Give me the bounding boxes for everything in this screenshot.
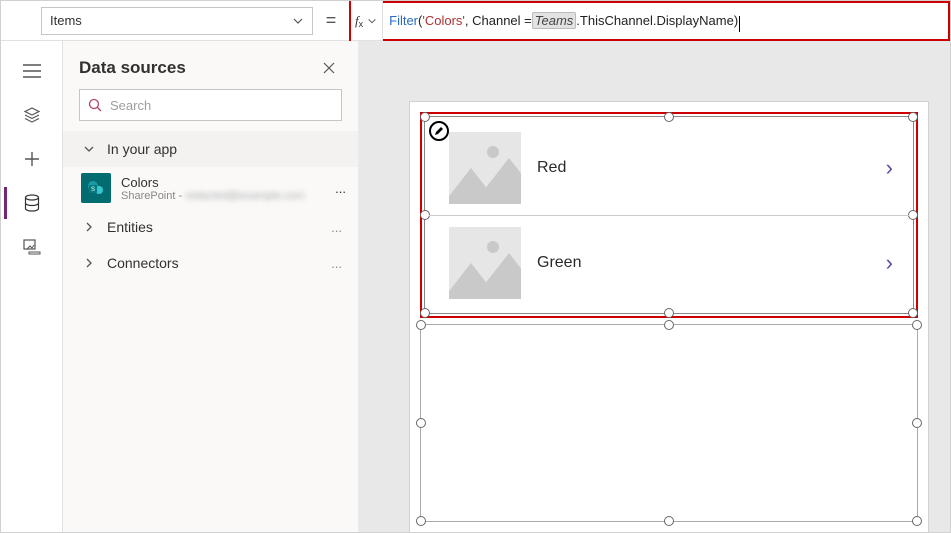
sharepoint-icon: S bbox=[81, 173, 111, 203]
search-icon bbox=[88, 98, 102, 112]
section-connectors[interactable]: Connectors ... bbox=[63, 245, 358, 281]
rail-insert[interactable] bbox=[4, 137, 60, 181]
rail-tree[interactable] bbox=[4, 93, 60, 137]
overflow-button[interactable]: ... bbox=[327, 220, 346, 235]
rail-hamburger[interactable] bbox=[4, 49, 60, 93]
overflow-button[interactable]: ... bbox=[327, 256, 346, 271]
text-caret bbox=[739, 16, 740, 32]
selection-outline bbox=[420, 324, 918, 522]
left-rail bbox=[1, 41, 63, 532]
fx-sub: x bbox=[359, 19, 364, 29]
gallery-item[interactable]: Red › bbox=[429, 121, 909, 215]
lower-selection bbox=[420, 324, 918, 522]
property-name: Items bbox=[50, 13, 82, 28]
resize-handle[interactable] bbox=[664, 320, 674, 330]
equals-sign: = bbox=[313, 10, 349, 31]
screen-canvas[interactable]: Red › Green › bbox=[409, 101, 929, 533]
close-icon bbox=[322, 61, 336, 75]
formula-input[interactable]: Filter('Colors', Channel = Teams.ThisCha… bbox=[383, 1, 950, 41]
rail-data[interactable] bbox=[4, 181, 60, 225]
resize-handle[interactable] bbox=[912, 516, 922, 526]
panel-title: Data sources bbox=[79, 58, 186, 78]
resize-handle[interactable] bbox=[664, 308, 674, 318]
resize-handle[interactable] bbox=[664, 516, 674, 526]
chevron-right-icon[interactable]: › bbox=[886, 250, 893, 276]
datasource-subtitle: SharePoint - redacted@example.com bbox=[121, 190, 335, 202]
fx-label[interactable]: fx bbox=[349, 1, 383, 41]
svg-text:S: S bbox=[91, 187, 95, 193]
gallery-item-title: Green bbox=[537, 254, 886, 272]
database-icon bbox=[24, 194, 40, 212]
chevron-down-icon bbox=[83, 143, 95, 155]
selection-outline: Red › Green › bbox=[424, 116, 914, 314]
media-icon bbox=[23, 239, 41, 255]
formula-bar: Items = fx Filter('Colors', Channel = Te… bbox=[1, 1, 950, 41]
chevron-right-icon bbox=[83, 257, 95, 269]
resize-handle[interactable] bbox=[908, 112, 918, 122]
image-placeholder-icon bbox=[449, 132, 521, 204]
hamburger-icon bbox=[23, 64, 41, 78]
resize-handle[interactable] bbox=[420, 308, 430, 318]
gallery-item[interactable]: Green › bbox=[429, 215, 909, 309]
section-entities[interactable]: Entities ... bbox=[63, 209, 358, 245]
rail-media[interactable] bbox=[4, 225, 60, 269]
overflow-button[interactable]: ... bbox=[335, 181, 346, 196]
resize-handle[interactable] bbox=[416, 516, 426, 526]
resize-handle[interactable] bbox=[416, 418, 426, 428]
gallery-control[interactable]: Red › Green › bbox=[429, 121, 909, 309]
property-dropdown[interactable]: Items bbox=[41, 7, 313, 35]
resize-handle[interactable] bbox=[908, 210, 918, 220]
data-sources-panel: Data sources Search In your app S Colors… bbox=[63, 41, 359, 532]
search-input[interactable]: Search bbox=[79, 89, 342, 121]
close-button[interactable] bbox=[316, 57, 342, 79]
canvas-area: Red › Green › bbox=[359, 41, 950, 532]
search-placeholder: Search bbox=[110, 98, 151, 113]
chevron-down-icon bbox=[292, 15, 304, 27]
datasource-item-colors[interactable]: S Colors SharePoint - redacted@example.c… bbox=[63, 167, 358, 209]
chevron-right-icon bbox=[83, 221, 95, 233]
resize-handle[interactable] bbox=[416, 320, 426, 330]
resize-handle[interactable] bbox=[912, 320, 922, 330]
datasource-title: Colors bbox=[121, 175, 335, 190]
image-placeholder-icon bbox=[449, 227, 521, 299]
resize-handle[interactable] bbox=[908, 308, 918, 318]
layers-icon bbox=[23, 106, 41, 124]
plus-icon bbox=[24, 151, 40, 167]
chevron-down-icon bbox=[367, 16, 377, 26]
gallery-item-title: Red bbox=[537, 159, 886, 177]
resize-handle[interactable] bbox=[912, 418, 922, 428]
chevron-right-icon[interactable]: › bbox=[886, 155, 893, 181]
tok-func: Filter bbox=[389, 13, 418, 28]
section-in-your-app[interactable]: In your app bbox=[63, 131, 358, 167]
gallery-highlight: Red › Green › bbox=[420, 112, 918, 318]
